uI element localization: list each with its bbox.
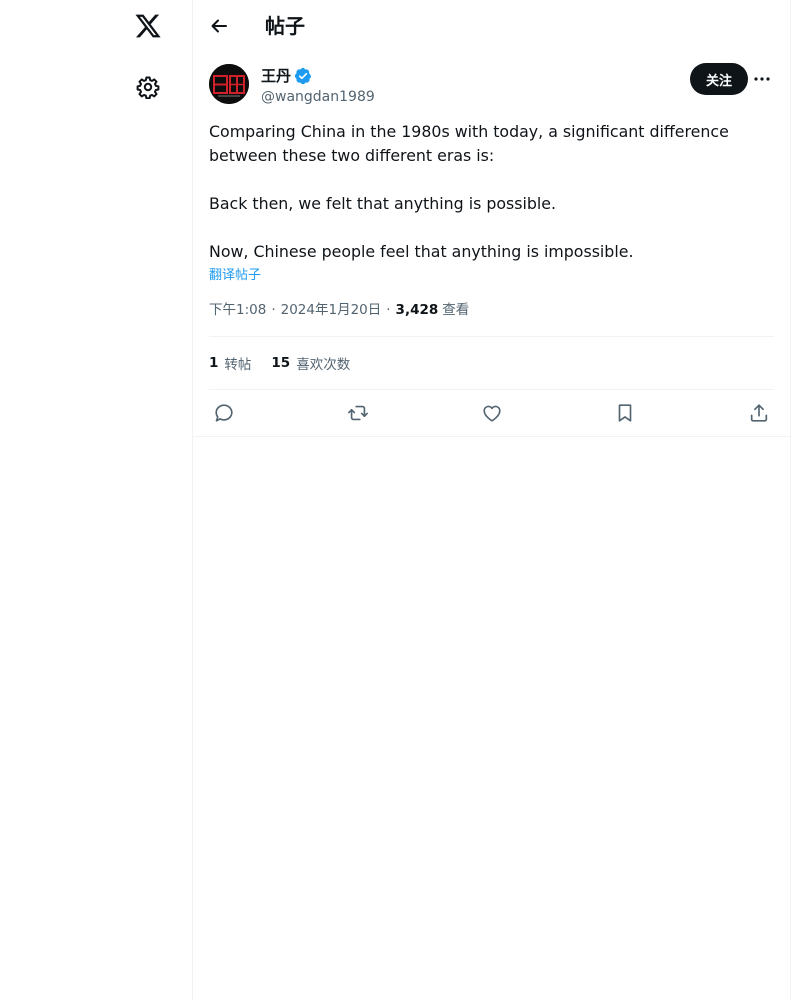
tweet-time[interactable]: 下午1:08: [209, 300, 266, 320]
tweet-header: 王丹 @wangdan1989 关注: [209, 54, 774, 110]
author-name[interactable]: 王丹: [261, 66, 312, 86]
page-header: 帖子: [193, 0, 790, 54]
left-nav: [0, 0, 193, 1000]
back-arrow-icon[interactable]: [207, 14, 231, 38]
more-options-icon[interactable]: [750, 67, 774, 91]
tweet-meta: 下午1:08 · 2024年1月20日 · 3,428 查看: [209, 300, 774, 320]
tweet-text: Comparing China in the 1980s with today,…: [209, 122, 729, 261]
likes-stat[interactable]: 15 喜欢次数: [271, 353, 350, 373]
divider: [193, 436, 790, 437]
reposts-count: 1: [209, 355, 219, 371]
tweet-stats: 1 转帖 15 喜欢次数: [209, 337, 774, 389]
main-column: 帖子 王丹 @wangdan1989 关注 Comparing China in…: [193, 0, 791, 1000]
page-title: 帖子: [265, 14, 305, 38]
avatar[interactable]: [209, 64, 249, 104]
likes-label: 喜欢次数: [296, 357, 351, 373]
x-logo-icon[interactable]: [134, 12, 162, 40]
likes-count: 15: [271, 355, 291, 371]
tweet-actions: [209, 390, 774, 436]
reply-icon[interactable]: [213, 402, 235, 424]
follow-button[interactable]: 关注: [689, 63, 748, 95]
meta-separator: ·: [386, 302, 391, 318]
page: 帖子 王丹 @wangdan1989 关注 Comparing China in…: [0, 0, 800, 1000]
tweet: 王丹 @wangdan1989 关注 Comparing China in th…: [193, 54, 790, 437]
bookmark-icon[interactable]: [614, 402, 636, 424]
verified-badge-icon: [294, 67, 312, 85]
repost-icon[interactable]: [347, 402, 369, 424]
author-name-text: 王丹: [261, 67, 292, 85]
views-count: 3,428: [395, 302, 439, 318]
tweet-body: Comparing China in the 1980s with today,…: [209, 110, 774, 436]
author-handle[interactable]: @wangdan1989: [261, 88, 375, 106]
meta-separator: ·: [271, 302, 276, 318]
reposts-label: 转帖: [224, 357, 252, 373]
reposts-stat[interactable]: 1 转帖: [209, 353, 251, 373]
gear-icon[interactable]: [136, 75, 160, 99]
views-label: 查看: [442, 302, 470, 318]
translate-post-link[interactable]: 翻译帖子: [209, 266, 261, 286]
share-icon[interactable]: [748, 402, 770, 424]
tweet-date[interactable]: 2024年1月20日: [281, 300, 382, 320]
like-icon[interactable]: [481, 402, 503, 424]
